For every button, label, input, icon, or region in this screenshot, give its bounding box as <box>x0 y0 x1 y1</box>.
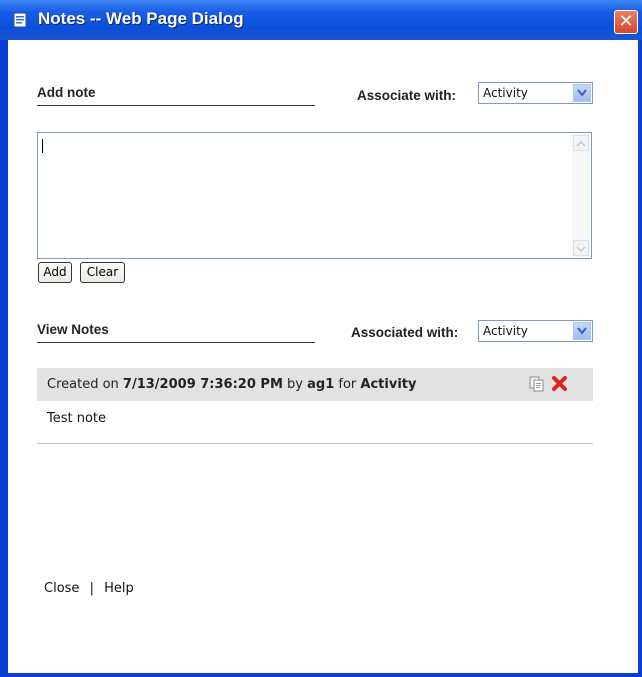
associate-with-value: Activity <box>483 86 528 100</box>
textarea-scrollbar[interactable] <box>572 134 590 257</box>
link-separator: | <box>89 581 94 596</box>
chevron-down-icon[interactable] <box>573 322 591 340</box>
add-note-underline <box>37 105 315 106</box>
dialog-content: Add note Associate with: Activity Add Cl… <box>8 40 638 673</box>
by-label: by <box>287 377 303 392</box>
note-entity: Activity <box>360 377 417 392</box>
close-window-button[interactable]: ✕ <box>614 10 638 34</box>
for-label: for <box>338 377 357 392</box>
note-text: Test note <box>47 411 107 426</box>
note-divider <box>37 443 593 444</box>
note-date: 7/13/2009 7:36:20 PM <box>122 377 283 392</box>
associated-with-value: Activity <box>483 324 528 338</box>
note-meta: Created on 7/13/2009 7:36:20 PM by ag1 f… <box>47 377 416 392</box>
footer-links: Close | Help <box>44 581 134 596</box>
associate-with-label: Associate with: <box>357 88 457 103</box>
dialog-page-icon <box>12 12 28 28</box>
associated-with-label: Associated with: <box>351 325 459 340</box>
dialog-window: Notes -- Web Page Dialog ✕ Add note Asso… <box>0 0 642 677</box>
associate-with-select[interactable]: Activity <box>478 82 593 104</box>
copy-icon[interactable] <box>529 376 545 392</box>
associated-with-select[interactable]: Activity <box>478 320 593 342</box>
close-link[interactable]: Close <box>44 581 79 596</box>
view-notes-underline <box>37 342 315 343</box>
created-on-label: Created on <box>47 377 119 392</box>
chevron-down-icon[interactable] <box>573 84 591 102</box>
add-button[interactable]: Add <box>38 262 72 283</box>
scroll-down-icon[interactable] <box>573 240 589 256</box>
text-caret <box>42 139 43 153</box>
title-bar[interactable]: Notes -- Web Page Dialog ✕ <box>0 0 642 40</box>
note-textarea[interactable] <box>37 132 592 259</box>
scroll-up-icon[interactable] <box>573 135 589 151</box>
note-header: Created on 7/13/2009 7:36:20 PM by ag1 f… <box>37 368 593 401</box>
clear-button[interactable]: Clear <box>80 262 125 283</box>
add-note-heading: Add note <box>37 85 96 100</box>
window-title: Notes -- Web Page Dialog <box>38 9 244 28</box>
delete-x-icon[interactable] <box>551 375 568 392</box>
note-author: ag1 <box>307 377 335 392</box>
view-notes-heading: View Notes <box>37 322 109 337</box>
help-link[interactable]: Help <box>104 581 134 596</box>
